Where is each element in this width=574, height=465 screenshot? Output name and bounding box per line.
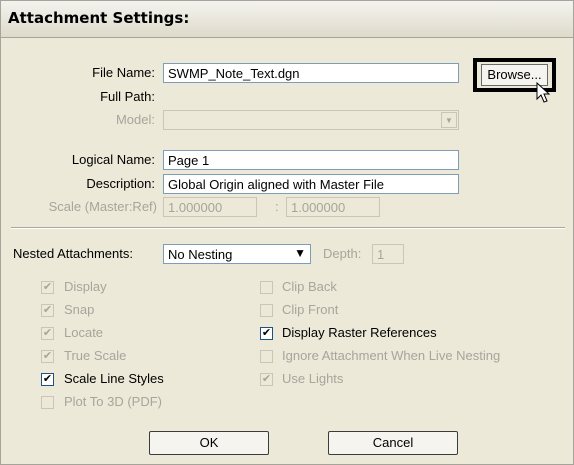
locate-label: Locate — [64, 325, 104, 340]
ok-button[interactable]: OK — [149, 431, 269, 455]
display-checkbox[interactable]: ✔ — [41, 281, 54, 294]
plot-to-3d-label: Plot To 3D (PDF) — [64, 394, 163, 409]
chevron-down-icon: ▼ — [294, 246, 306, 260]
use-lights-checkbox[interactable]: ✔ — [260, 373, 273, 386]
snap-checkbox[interactable]: ✔ — [41, 304, 54, 317]
ignore-attachment-label: Ignore Attachment When Live Nesting — [282, 348, 501, 363]
clip-front-label: Clip Front — [282, 302, 339, 317]
nested-attachments-dropdown[interactable]: No Nesting ▼ — [163, 244, 311, 264]
depth-label: Depth: — [323, 246, 362, 261]
file-name-label: File Name: — [92, 65, 155, 80]
locate-checkbox[interactable]: ✔ — [41, 327, 54, 340]
title-bar: Attachment Settings: — [1, 1, 573, 38]
scale-line-styles-checkbox[interactable]: ✔ — [41, 373, 54, 386]
nested-value: No Nesting — [168, 247, 233, 262]
true-scale-label: True Scale — [64, 348, 127, 363]
depth-field[interactable]: 1 — [372, 244, 404, 264]
clip-front-checkbox[interactable] — [260, 304, 273, 317]
chevron-down-icon: ▼ — [441, 112, 457, 128]
nested-attachments-label: Nested Attachments: — [13, 246, 133, 261]
clip-back-checkbox[interactable] — [260, 281, 273, 294]
dialog-title: Attachment Settings: — [8, 9, 190, 27]
description-field[interactable]: Global Origin aligned with Master File — [163, 174, 459, 194]
true-scale-checkbox[interactable]: ✔ — [41, 350, 54, 363]
scale-label: Scale (Master:Ref) — [48, 199, 157, 214]
separator — [11, 227, 565, 229]
cancel-button[interactable]: Cancel — [328, 431, 458, 455]
scale-ref-field[interactable]: 1.000000 — [286, 197, 380, 217]
scale-master-field[interactable]: 1.000000 — [163, 197, 257, 217]
scale-separator: : — [275, 199, 279, 214]
clip-back-label: Clip Back — [282, 279, 337, 294]
model-label: Model: — [115, 112, 155, 127]
logical-name-label: Logical Name: — [71, 152, 155, 167]
full-path-label: Full Path: — [100, 89, 155, 104]
description-label: Description: — [86, 176, 155, 191]
display-raster-label: Display Raster References — [282, 325, 437, 340]
attachment-settings-dialog: Attachment Settings: File Name: SWMP_Not… — [0, 0, 574, 465]
model-dropdown[interactable]: ▼ — [163, 110, 459, 130]
display-label: Display — [64, 279, 107, 294]
use-lights-label: Use Lights — [282, 371, 344, 386]
ignore-attachment-checkbox[interactable] — [260, 350, 273, 363]
mouse-pointer-icon — [536, 82, 551, 103]
snap-label: Snap — [64, 302, 95, 317]
logical-name-field[interactable]: Page 1 — [163, 150, 459, 170]
file-name-field[interactable]: SWMP_Note_Text.dgn — [163, 63, 459, 83]
scale-line-styles-label: Scale Line Styles — [64, 371, 164, 386]
plot-to-3d-checkbox[interactable] — [41, 396, 54, 409]
display-raster-checkbox[interactable]: ✔ — [260, 327, 273, 340]
